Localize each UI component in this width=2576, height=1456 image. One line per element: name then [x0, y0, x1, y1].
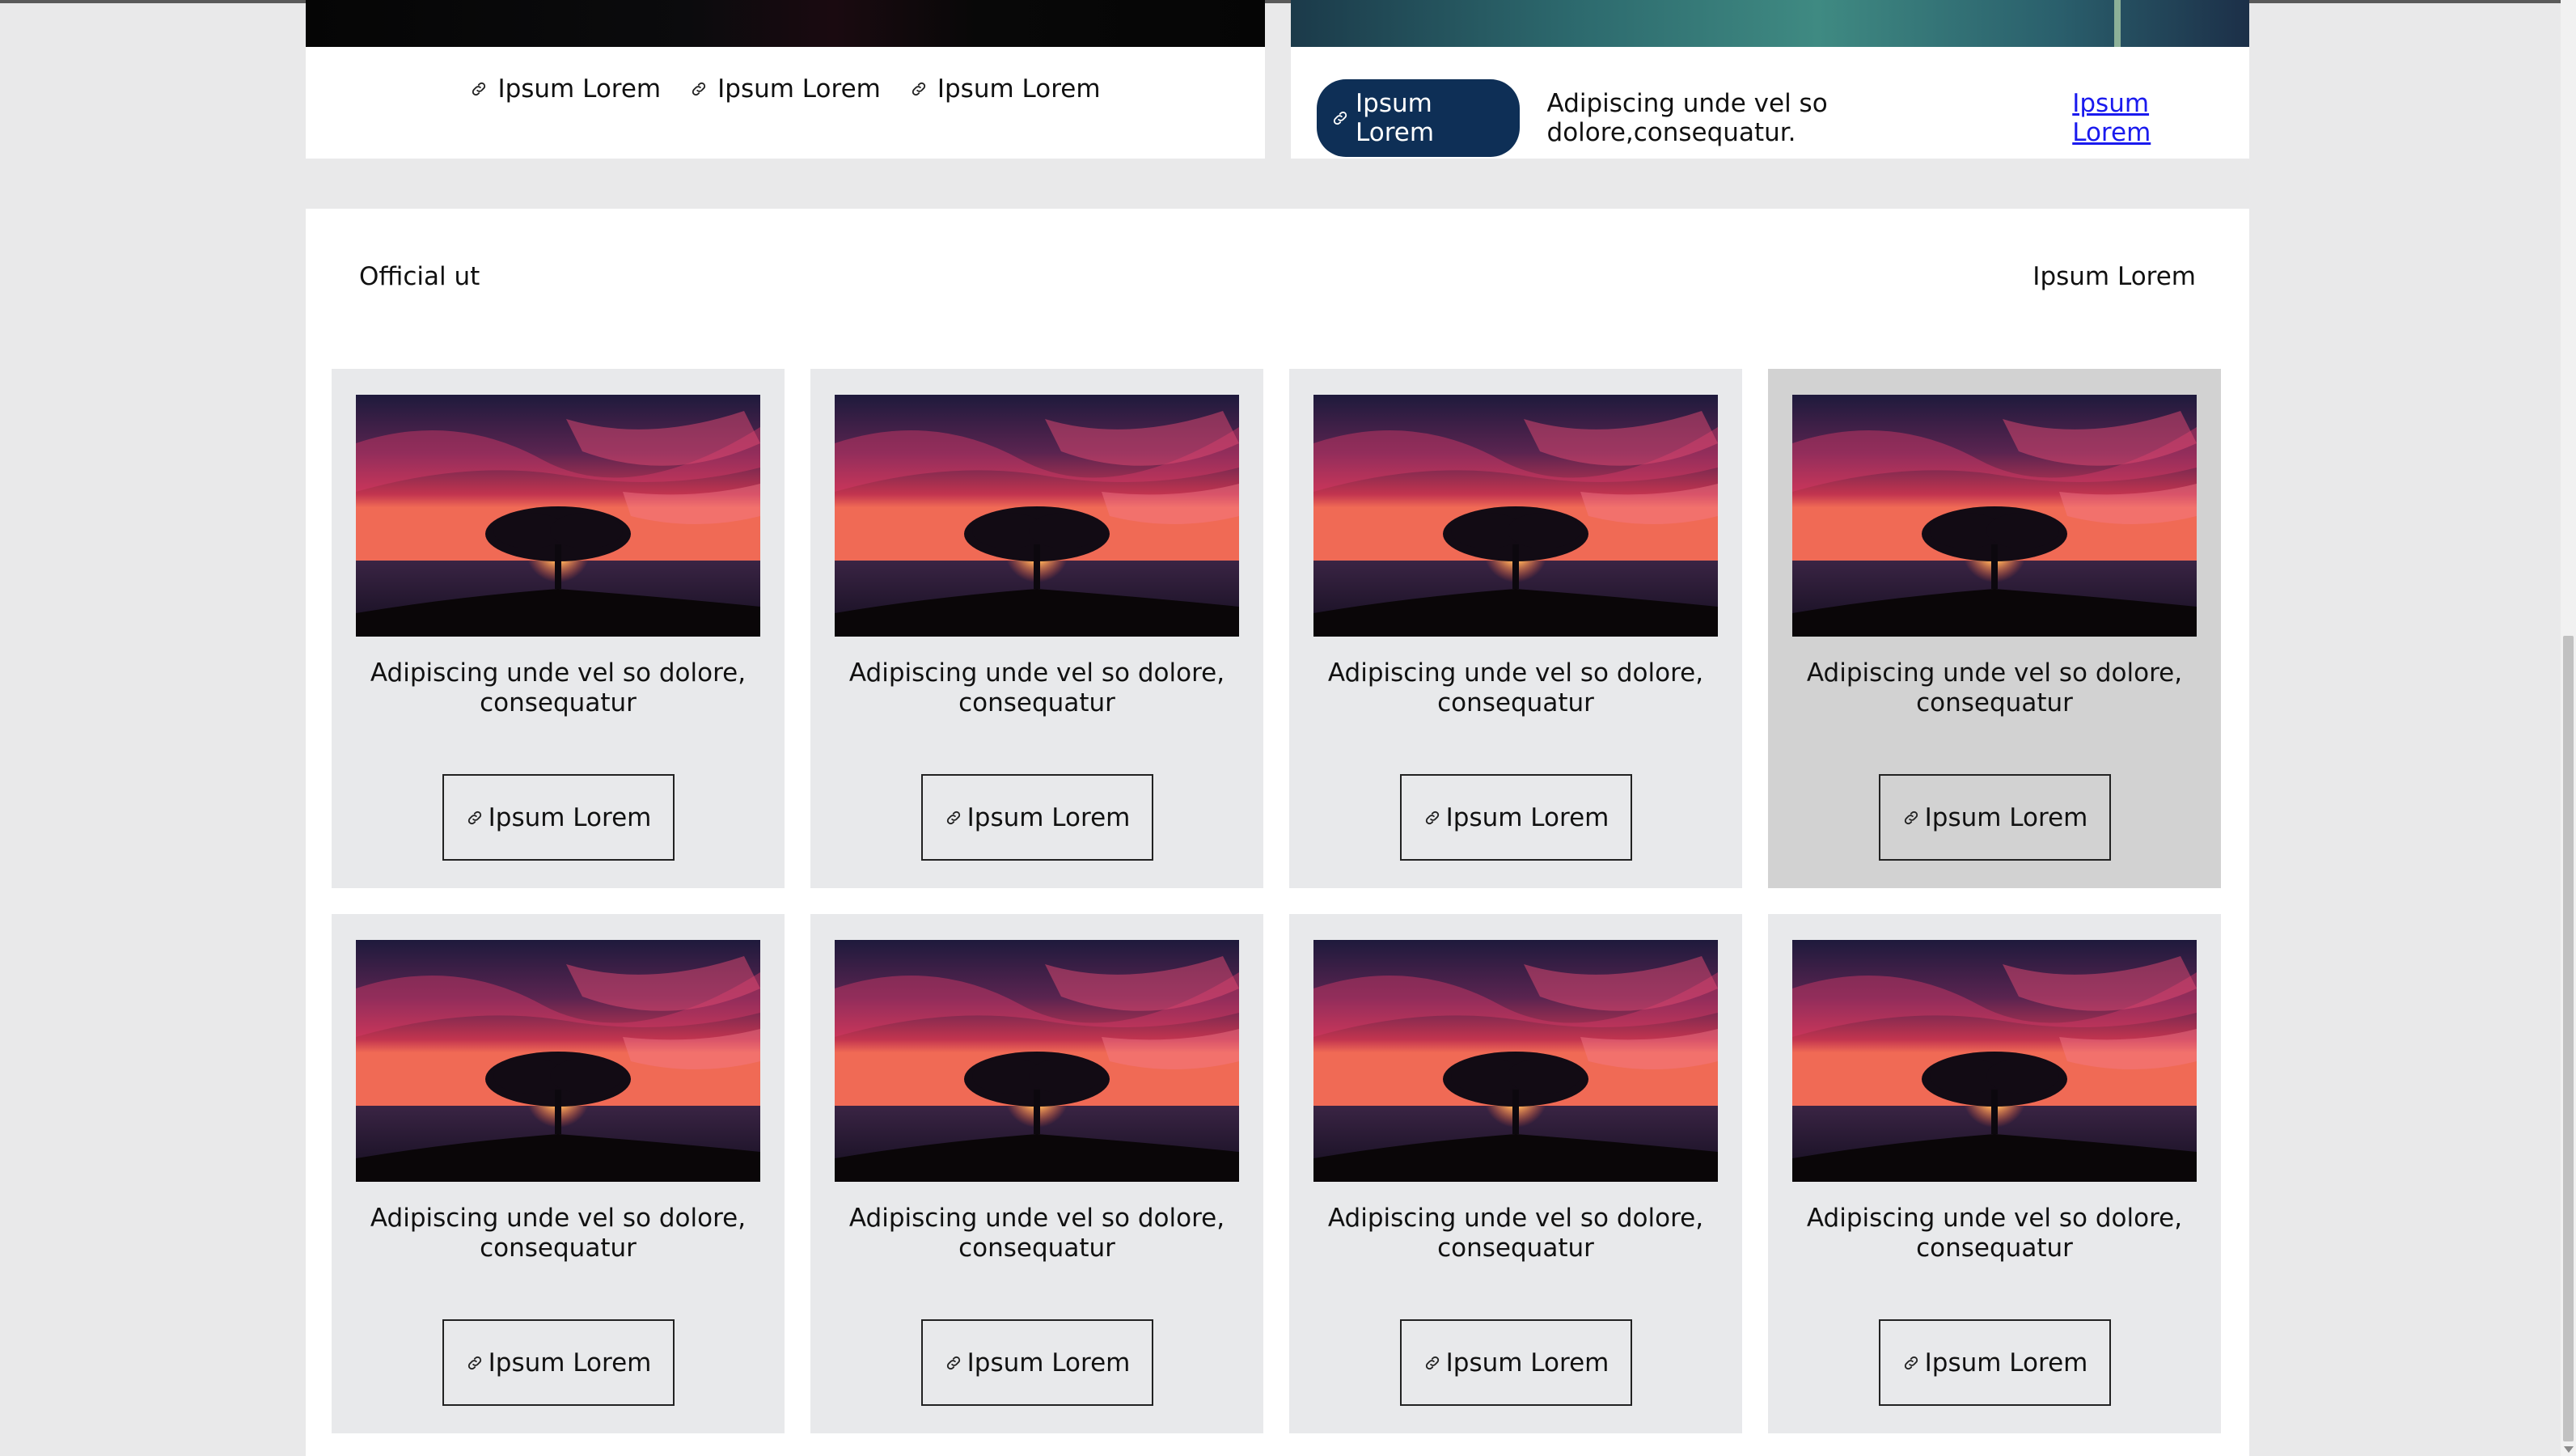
- scroll-down-arrow-icon[interactable]: [2564, 1446, 2574, 1453]
- card-button-label: Ipsum Lorem: [488, 1348, 652, 1378]
- card-text: Adipiscing unde vel so dolore, consequat…: [370, 658, 747, 717]
- section-title: Official ut: [359, 262, 480, 291]
- top-link-label: Ipsum Lorem: [937, 74, 1101, 104]
- card: Adipiscing unde vel so dolore, consequat…: [1768, 914, 2221, 1433]
- card-button-label: Ipsum Lorem: [488, 802, 652, 832]
- card-image: [835, 395, 1239, 637]
- pill-label: Ipsum Lorem: [1356, 89, 1435, 147]
- scrollbar-thumb[interactable]: [2563, 636, 2574, 1441]
- card-image: [1792, 940, 2197, 1182]
- link-icon: [1902, 809, 1920, 827]
- top-left-links: Ipsum Lorem Ipsum Lorem Ipsum Lorem: [306, 74, 1265, 104]
- link-icon: [945, 1354, 962, 1372]
- vertical-scrollbar[interactable]: [2561, 0, 2576, 1456]
- card-button-label: Ipsum Lorem: [967, 1348, 1131, 1378]
- card-grid: Adipiscing unde vel so dolore, consequat…: [332, 369, 2221, 1433]
- top-right-image: [1291, 0, 2249, 47]
- card-image: [1792, 395, 2197, 637]
- card-button[interactable]: Ipsum Lorem: [1400, 1319, 1632, 1406]
- pill-button[interactable]: Ipsum Lorem: [1317, 79, 1520, 157]
- link-icon: [1423, 1354, 1441, 1372]
- card-image: [1313, 395, 1718, 637]
- top-right-link[interactable]: Ipsum Lorem: [2072, 89, 2223, 147]
- section-action-link[interactable]: Ipsum Lorem: [2032, 262, 2196, 291]
- card-image: [356, 940, 760, 1182]
- link-icon: [470, 80, 488, 98]
- card-button[interactable]: Ipsum Lorem: [1400, 774, 1632, 861]
- card-image: [356, 395, 760, 637]
- card-text: Adipiscing unde vel so dolore, consequat…: [370, 1204, 747, 1263]
- card-button-label: Ipsum Lorem: [1924, 802, 2088, 832]
- top-right-text: Adipiscing unde vel so dolore,consequatu…: [1546, 89, 1828, 147]
- link-icon: [466, 809, 484, 827]
- card: Adipiscing unde vel so dolore, consequat…: [332, 914, 785, 1433]
- card-text: Adipiscing unde vel so dolore, consequat…: [848, 1204, 1225, 1263]
- card-text: Adipiscing unde vel so dolore, consequat…: [1806, 1204, 2183, 1263]
- card-button[interactable]: Ipsum Lorem: [442, 1319, 675, 1406]
- card-button[interactable]: Ipsum Lorem: [1879, 774, 2111, 861]
- link-icon: [466, 1354, 484, 1372]
- link-icon: [690, 80, 708, 98]
- card: Adipiscing unde vel so dolore, consequat…: [332, 369, 785, 888]
- link-icon: [910, 80, 928, 98]
- top-right-card: Ipsum Lorem Adipiscing unde vel so dolor…: [1291, 0, 2249, 159]
- card-button[interactable]: Ipsum Lorem: [442, 774, 675, 861]
- card: Adipiscing unde vel so dolore, consequat…: [810, 914, 1263, 1433]
- card: Adipiscing unde vel so dolore, consequat…: [810, 369, 1263, 888]
- top-link-label: Ipsum Lorem: [717, 74, 881, 104]
- card-button-label: Ipsum Lorem: [1924, 1348, 2088, 1378]
- top-link-1[interactable]: Ipsum Lorem: [470, 74, 661, 104]
- link-icon: [1902, 1354, 1920, 1372]
- card-button[interactable]: Ipsum Lorem: [1879, 1319, 2111, 1406]
- top-right-row: Ipsum Lorem Adipiscing unde vel so dolor…: [1317, 79, 2223, 157]
- section-header: Official ut Ipsum Lorem: [359, 262, 2196, 291]
- top-link-3[interactable]: Ipsum Lorem: [910, 74, 1101, 104]
- card-text: Adipiscing unde vel so dolore, consequat…: [848, 658, 1225, 717]
- card: Adipiscing unde vel so dolore, consequat…: [1289, 914, 1742, 1433]
- card-button-label: Ipsum Lorem: [1445, 802, 1609, 832]
- card-button-label: Ipsum Lorem: [1445, 1348, 1609, 1378]
- card: Adipiscing unde vel so dolore, consequat…: [1768, 369, 2221, 888]
- card-button[interactable]: Ipsum Lorem: [921, 1319, 1153, 1406]
- link-icon: [1423, 809, 1441, 827]
- card: Adipiscing unde vel so dolore, consequat…: [1289, 369, 1742, 888]
- link-icon: [1331, 109, 1349, 127]
- top-link-2[interactable]: Ipsum Lorem: [690, 74, 881, 104]
- card-image: [1313, 940, 1718, 1182]
- top-link-label: Ipsum Lorem: [497, 74, 662, 104]
- card-button[interactable]: Ipsum Lorem: [921, 774, 1153, 861]
- top-left-image: [306, 0, 1265, 47]
- card-image: [835, 940, 1239, 1182]
- card-button-label: Ipsum Lorem: [967, 802, 1131, 832]
- card-text: Adipiscing unde vel so dolore, consequat…: [1806, 658, 2183, 717]
- card-section: Official ut Ipsum Lorem Adipiscing unde …: [306, 209, 2249, 1456]
- card-text: Adipiscing unde vel so dolore, consequat…: [1327, 1204, 1704, 1263]
- link-icon: [945, 809, 962, 827]
- card-text: Adipiscing unde vel so dolore, consequat…: [1327, 658, 1704, 717]
- top-left-card: Ipsum Lorem Ipsum Lorem Ipsum Lorem: [306, 0, 1265, 159]
